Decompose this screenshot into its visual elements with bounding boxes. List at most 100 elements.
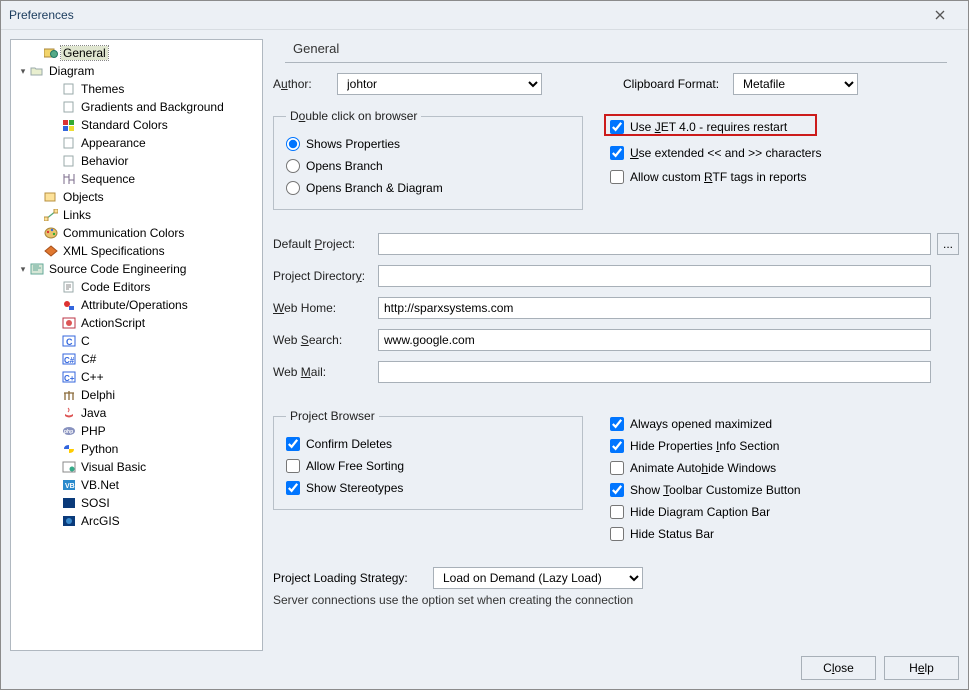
web-search-label: Web Search: xyxy=(273,333,378,347)
folder-icon xyxy=(29,63,45,79)
check-show-stereotypes[interactable]: Show Stereotypes xyxy=(286,477,570,499)
check-label: Hide Status Bar xyxy=(630,527,714,541)
preferences-window: Preferences General ▾ Diagram xyxy=(0,0,969,690)
tree-item-links[interactable]: Links xyxy=(13,206,260,224)
window-close-button[interactable] xyxy=(920,1,960,29)
editor-icon xyxy=(61,279,77,295)
tree-item-label: Java xyxy=(79,406,108,420)
help-button[interactable]: Help xyxy=(884,656,959,680)
check-label: Hide Properties Info Section xyxy=(630,439,779,453)
clipboard-format-select[interactable]: Metafile xyxy=(733,73,858,95)
vb-icon xyxy=(61,459,77,475)
xml-icon xyxy=(43,243,59,259)
tree-item-label: Delphi xyxy=(79,388,117,402)
dialog-body: General ▾ Diagram Themes Gradient xyxy=(1,30,968,689)
tree-item-sequence[interactable]: Sequence xyxy=(13,170,260,188)
check-show-toolbar-customize[interactable]: Show Toolbar Customize Button xyxy=(610,479,801,501)
check-label: Allow custom RTF tags in reports xyxy=(630,170,807,184)
check-allow-rtf-tags[interactable]: Allow custom RTF tags in reports xyxy=(610,166,807,188)
tree-item-comm-colors[interactable]: Communication Colors xyxy=(13,224,260,242)
web-home-input[interactable] xyxy=(378,297,931,319)
tree-item-c[interactable]: C C xyxy=(13,332,260,350)
tree-item-label: C xyxy=(79,334,92,348)
tree-item-label: C++ xyxy=(79,370,106,384)
tree-item-sosi[interactable]: SOSI xyxy=(13,494,260,512)
project-loading-strategy-select[interactable]: Load on Demand (Lazy Load) xyxy=(433,567,643,589)
svg-text:VB: VB xyxy=(65,483,75,490)
check-always-maximized[interactable]: Always opened maximized xyxy=(610,413,801,435)
palette-icon xyxy=(43,225,59,241)
check-hide-caption-bar[interactable]: Hide Diagram Caption Bar xyxy=(610,501,801,523)
web-search-input[interactable] xyxy=(378,329,931,351)
tree-item-general[interactable]: General xyxy=(13,44,260,62)
tree-item-label: Code Editors xyxy=(79,280,152,294)
tree-item-attr-ops[interactable]: Attribute/Operations xyxy=(13,296,260,314)
double-click-group: Double click on browser Shows Properties… xyxy=(273,109,583,210)
tree-item-xml-spec[interactable]: XML Specifications xyxy=(13,242,260,260)
tree-item-actionscript[interactable]: ActionScript xyxy=(13,314,260,332)
web-mail-label: Web Mail: xyxy=(273,365,378,379)
page-icon xyxy=(61,99,77,115)
tree-item-delphi[interactable]: Delphi xyxy=(13,386,260,404)
check-free-sorting[interactable]: Allow Free Sorting xyxy=(286,455,570,477)
browse-project-button[interactable]: ... xyxy=(937,233,959,255)
check-use-jet[interactable]: Use JET 4.0 - requires restart xyxy=(610,116,787,138)
svg-text:C: C xyxy=(66,337,73,347)
tree-item-java[interactable]: Java xyxy=(13,404,260,422)
tree-item-standard-colors[interactable]: Standard Colors xyxy=(13,116,260,134)
tree-item-php[interactable]: php PHP xyxy=(13,422,260,440)
check-label: Use JET 4.0 - requires restart xyxy=(630,120,787,134)
default-project-input[interactable] xyxy=(378,233,931,255)
check-hide-status-bar[interactable]: Hide Status Bar xyxy=(610,523,801,545)
radio-label: Shows Properties xyxy=(306,137,400,151)
check-confirm-deletes[interactable]: Confirm Deletes xyxy=(286,433,570,455)
tree-item-label: SOSI xyxy=(79,496,112,510)
tree-item-diagram[interactable]: ▾ Diagram xyxy=(13,62,260,80)
svg-text:php: php xyxy=(64,429,73,435)
web-mail-input[interactable] xyxy=(378,361,931,383)
tree-item-code-editors[interactable]: Code Editors xyxy=(13,278,260,296)
python-icon xyxy=(61,441,77,457)
button-label: Help xyxy=(909,661,934,675)
author-select[interactable]: johtor xyxy=(337,73,542,95)
check-label: Show Stereotypes xyxy=(306,481,403,495)
tree-item-themes[interactable]: Themes xyxy=(13,80,260,98)
tree-item-label: Objects xyxy=(61,190,106,204)
radio-opens-branch[interactable]: Opens Branch xyxy=(286,155,570,177)
tree-item-arcgis[interactable]: ArcGIS xyxy=(13,512,260,530)
colors-icon xyxy=(61,117,77,133)
check-use-extended-chars[interactable]: Use extended << and >> characters xyxy=(610,142,821,164)
titlebar: Preferences xyxy=(1,1,968,30)
tree-item-objects[interactable]: Objects xyxy=(13,188,260,206)
project-directory-input[interactable] xyxy=(378,265,931,287)
tree-item-csharp[interactable]: C# C# xyxy=(13,350,260,368)
tree-item-cpp[interactable]: C+ C++ xyxy=(13,368,260,386)
page-icon xyxy=(61,153,77,169)
clipboard-format-label: Clipboard Format: xyxy=(623,77,733,91)
close-button[interactable]: Close xyxy=(801,656,876,680)
project-directory-label: Project Directory: xyxy=(273,269,378,283)
check-hide-props-info[interactable]: Hide Properties Info Section xyxy=(610,435,801,457)
check-animate-autohide[interactable]: Animate Autohide Windows xyxy=(610,457,801,479)
php-icon: php xyxy=(61,423,77,439)
tree-item-label: Standard Colors xyxy=(79,118,170,132)
tree-item-label: Links xyxy=(61,208,93,222)
tree-item-label: VB.Net xyxy=(79,478,121,492)
tree-item-python[interactable]: Python xyxy=(13,440,260,458)
sosi-icon xyxy=(61,495,77,511)
tree-item-label: Source Code Engineering xyxy=(47,262,188,276)
radio-opens-branch-diagram[interactable]: Opens Branch & Diagram xyxy=(286,177,570,199)
radio-shows-properties[interactable]: Shows Properties xyxy=(286,133,570,155)
tree-item-vb[interactable]: Visual Basic xyxy=(13,458,260,476)
tree-item-behavior[interactable]: Behavior xyxy=(13,152,260,170)
tree-item-appearance[interactable]: Appearance xyxy=(13,134,260,152)
category-tree[interactable]: General ▾ Diagram Themes Gradient xyxy=(10,39,263,651)
attr-icon xyxy=(61,297,77,313)
twisty-open-icon: ▾ xyxy=(17,264,29,275)
project-browser-legend: Project Browser xyxy=(286,409,379,423)
dialog-button-bar: Close Help xyxy=(801,656,959,680)
tree-item-sce[interactable]: ▾ Source Code Engineering xyxy=(13,260,260,278)
tree-item-gradients[interactable]: Gradients and Background xyxy=(13,98,260,116)
tree-item-vbnet[interactable]: VB VB.Net xyxy=(13,476,260,494)
default-project-label: Default Project: xyxy=(273,237,378,251)
